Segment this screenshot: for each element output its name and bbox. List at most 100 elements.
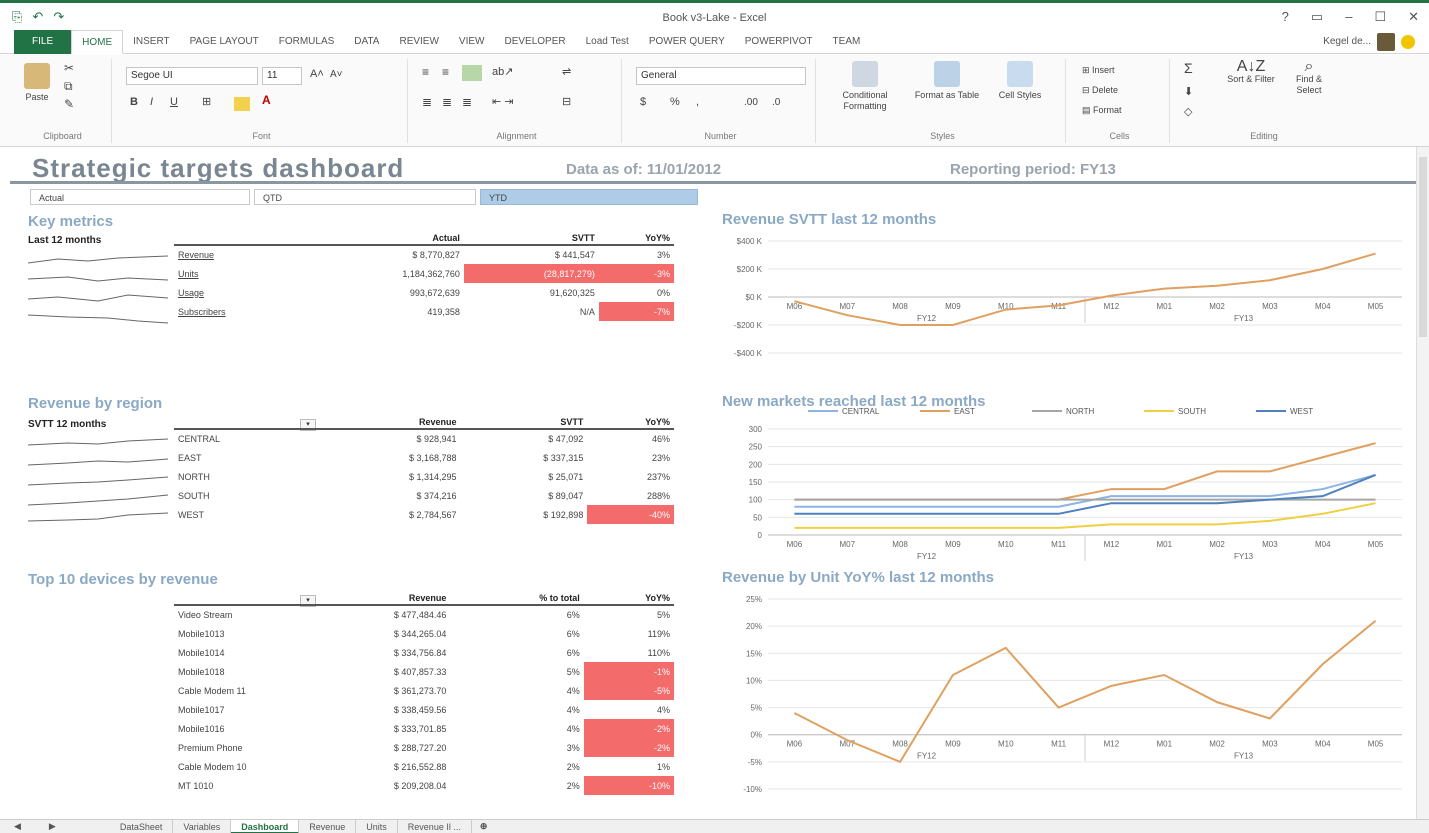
underline-button[interactable]: U (170, 97, 178, 108)
tab-formulas[interactable]: FORMULAS (269, 30, 345, 54)
tab-home[interactable]: HOME (71, 29, 124, 54)
format-as-table-label: Format as Table (914, 90, 980, 100)
table-cell[interactable]: Units (174, 264, 314, 283)
vertical-scrollbar[interactable] (1416, 147, 1429, 819)
tab-insert[interactable]: INSERT (123, 30, 180, 54)
borders-icon[interactable]: ⊞ (202, 97, 211, 108)
font-size-select[interactable]: 11 (262, 67, 302, 85)
table-cell: $ 1,314,295 (409, 471, 457, 482)
number-format-select[interactable]: General (636, 67, 806, 85)
find-select-button[interactable]: ⌕ Find & Select (1284, 59, 1334, 96)
column-header (174, 415, 314, 430)
scrollbar-thumb[interactable] (1419, 157, 1427, 337)
next-sheet-icon[interactable]: ▶ (35, 821, 70, 832)
tab-file[interactable]: FILE (14, 29, 72, 54)
table-cell[interactable]: Revenue (174, 245, 314, 264)
minimize-icon[interactable]: – (1345, 9, 1352, 25)
format-cells-button[interactable]: ▤ Format (1082, 105, 1122, 116)
align-left-icon[interactable]: ≣ (422, 96, 432, 108)
tab-data[interactable]: DATA (344, 30, 389, 54)
add-sheet-button[interactable]: ⊕ (472, 821, 496, 832)
merge-center-icon[interactable]: ⊟ (562, 97, 571, 108)
conditional-formatting-button[interactable]: Conditional Formatting (826, 61, 904, 112)
table-cell[interactable]: Subscribers (174, 302, 314, 321)
table-row: Usage 993,672,639 91,620,325 0% (174, 283, 674, 302)
delete-cells-button[interactable]: ⊟ Delete (1082, 85, 1118, 96)
currency-button[interactable]: $ (640, 97, 646, 108)
tab-powerpivot[interactable]: POWERPIVOT (735, 30, 823, 54)
tab-team[interactable]: TEAM (823, 30, 871, 54)
shrink-font-icon[interactable]: A˅ (330, 69, 343, 80)
maximize-icon[interactable]: ☐ (1374, 9, 1386, 25)
tab-page-layout[interactable]: PAGE LAYOUT (180, 30, 269, 54)
font-color-icon[interactable]: A (262, 94, 271, 106)
decrease-decimal-icon[interactable]: .0 (772, 97, 780, 108)
align-right-icon[interactable]: ≣ (462, 96, 472, 108)
font-group: Segoe UI 11 A˄ A˅ B I U ⊞ A Font (116, 59, 408, 143)
percent-button[interactable]: % (670, 97, 680, 108)
x-tick-label: M08 (892, 740, 908, 749)
paste-label: Paste (25, 92, 49, 102)
tab-power-query[interactable]: POWER QUERY (639, 30, 735, 54)
y-tick-label: $0 K (746, 293, 763, 302)
tab-developer[interactable]: DEVELOPER (494, 30, 575, 54)
feedback-smiley-icon[interactable] (1401, 34, 1415, 49)
format-painter-icon[interactable]: ✎ (64, 98, 74, 110)
sheet-tab-datasheet[interactable]: DataSheet (110, 819, 174, 833)
fill-icon[interactable]: ⬇ (1184, 87, 1193, 98)
table-cell: $ 288,727.20 (393, 742, 447, 753)
align-top-icon[interactable]: ≡ (422, 66, 429, 78)
italic-button[interactable]: I (150, 97, 153, 108)
column-header: SVTT (463, 231, 599, 246)
paste-button[interactable]: Paste (20, 63, 54, 103)
y-tick-label: -5% (748, 758, 762, 767)
sort-filter-button[interactable]: A↓Z Sort & Filter (1226, 59, 1276, 85)
sheet-tab-revenue[interactable]: Revenue (299, 819, 357, 833)
tab-review[interactable]: REVIEW (389, 30, 448, 54)
autosum-button[interactable]: Σ (1184, 61, 1193, 75)
align-bottom-icon[interactable] (462, 65, 482, 81)
tab-load-test[interactable]: Load Test (576, 30, 639, 54)
table-cell[interactable]: Usage (174, 283, 314, 302)
slicer-actual[interactable]: Actual (30, 189, 250, 205)
clear-icon[interactable]: ◇ (1184, 107, 1192, 118)
new-markets-plot: 300 250 200 150 100 50 0 M06 M07 M08 M09 M10 M11 M12 M… (749, 407, 1402, 561)
x-tick-label: M02 (1209, 540, 1225, 549)
prev-sheet-icon[interactable]: ◀ (0, 821, 35, 832)
close-icon[interactable]: ✕ (1408, 9, 1419, 25)
table-cell: 3% (656, 250, 670, 260)
fill-color-icon[interactable] (234, 97, 250, 111)
insert-cells-button[interactable]: ⊞ Insert (1082, 65, 1115, 76)
indent-icon[interactable]: ⇤ ⇥ (492, 97, 514, 108)
grow-font-icon[interactable]: A˄ (310, 69, 324, 80)
tab-view[interactable]: VIEW (449, 30, 495, 54)
format-as-table-button[interactable]: Format as Table (914, 61, 980, 101)
sheet-tab-revenue-il[interactable]: Revenue Il ... (398, 819, 472, 833)
table-cell: 993,672,639 (409, 287, 460, 298)
slicer-qtd[interactable]: QTD (254, 189, 476, 205)
cell-styles-button[interactable]: Cell Styles (990, 61, 1050, 101)
increase-decimal-icon[interactable]: .00 (744, 97, 758, 108)
table-cell: Cable Modem 11 (178, 685, 246, 696)
comma-button[interactable]: , (696, 97, 699, 108)
align-middle-icon[interactable]: ≡ (442, 66, 449, 78)
column-header: Revenue (314, 415, 461, 430)
x-group-label: FY12 (917, 752, 937, 761)
copy-icon[interactable]: ⧉ (64, 80, 73, 92)
restore-ribbon-icon[interactable]: ▭ (1311, 9, 1323, 25)
sheet-tab-variables[interactable]: Variables (173, 819, 232, 833)
slicer-ytd[interactable]: YTD (480, 189, 698, 205)
user-account[interactable]: Kegel de... (1323, 32, 1429, 51)
sheet-tab-dashboard[interactable]: Dashboard (231, 819, 300, 833)
help-icon[interactable]: ? (1282, 9, 1289, 25)
editing-group-label: Editing (1250, 131, 1278, 141)
bold-button[interactable]: B (130, 97, 138, 108)
orientation-icon[interactable]: ab↗ (492, 67, 513, 78)
sheet-tab-units[interactable]: Units (356, 819, 398, 833)
font-family-select[interactable]: Segoe UI (126, 67, 258, 85)
align-center-icon[interactable]: ≣ (442, 96, 452, 108)
cut-icon[interactable]: ✂ (64, 62, 74, 74)
table-cell: 0% (656, 287, 670, 298)
wrap-text-icon[interactable]: ⇌ (562, 67, 571, 78)
column-header: SVTT (460, 415, 588, 430)
